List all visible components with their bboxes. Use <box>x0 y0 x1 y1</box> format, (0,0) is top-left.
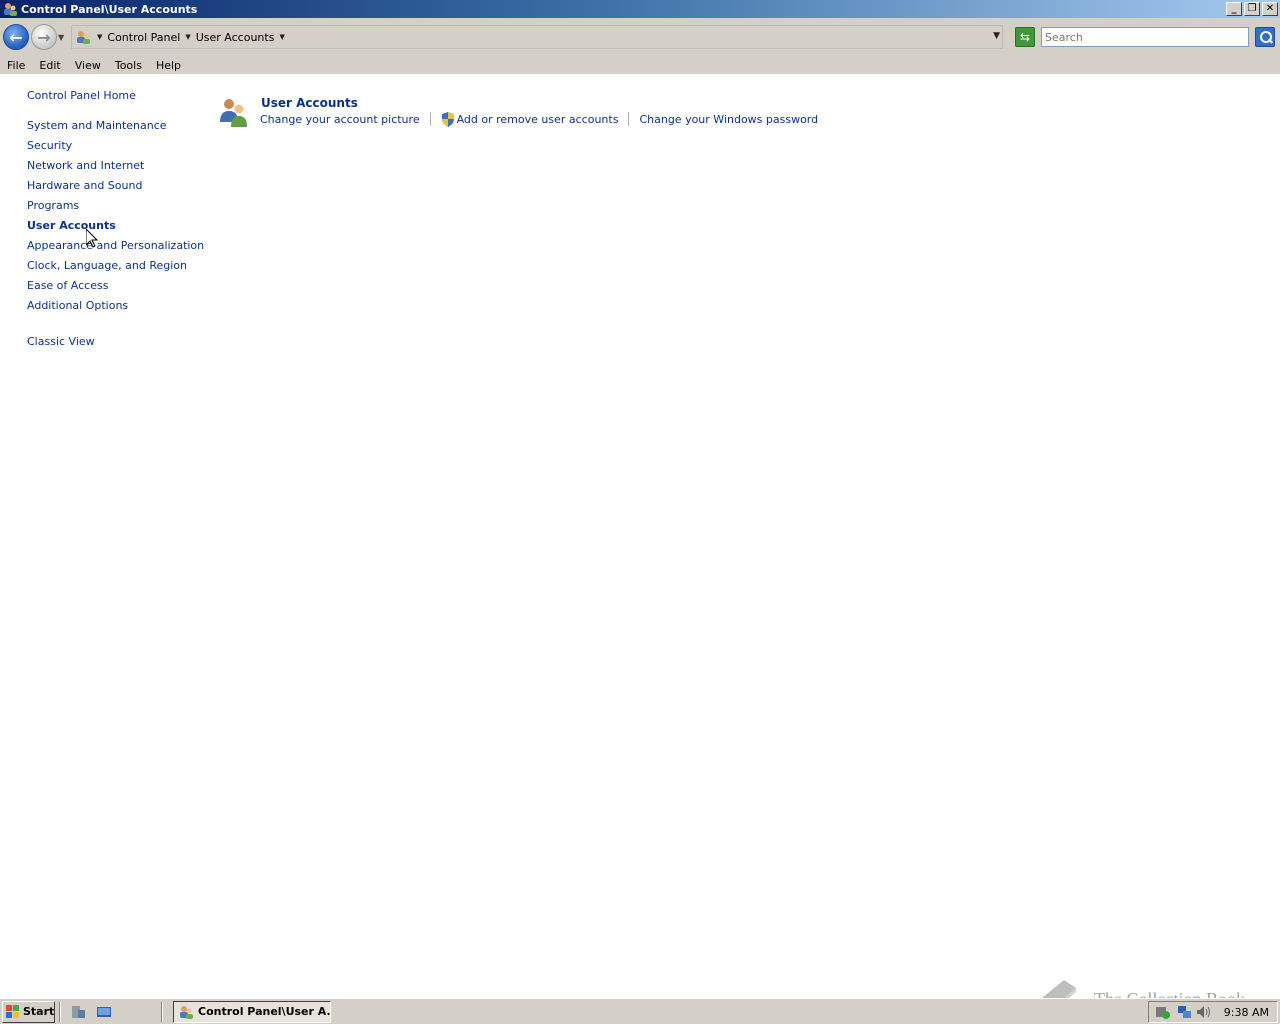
security-status-icon[interactable] <box>1155 1004 1171 1020</box>
taskbar-button-label: Control Panel\User A... <box>198 1005 331 1018</box>
menu-edit[interactable]: Edit <box>32 59 67 72</box>
menu-view[interactable]: View <box>68 59 108 72</box>
window-title: Control Panel\User Accounts <box>21 2 198 16</box>
menu-tools[interactable]: Tools <box>108 59 149 72</box>
server-manager-icon[interactable] <box>70 1004 86 1020</box>
search-button[interactable] <box>1255 27 1275 47</box>
breadcrumb-root-dropdown[interactable]: ▼ <box>97 33 102 41</box>
back-button[interactable]: ← <box>3 24 29 50</box>
uac-shield-icon <box>441 111 455 127</box>
taskbar: Start Control Panel\User A... 9:38 AM <box>0 998 1280 1024</box>
breadcrumb-user-accounts-dropdown[interactable]: ▼ <box>279 33 284 41</box>
forward-button[interactable]: → <box>31 24 57 50</box>
classic-view-link[interactable]: Classic View <box>27 335 95 348</box>
sidebar-item-network-and-internet[interactable]: Network and Internet <box>27 159 144 172</box>
refresh-button[interactable]: ⇆ <box>1015 27 1035 47</box>
taskbar-control-panel-button[interactable]: Control Panel\User A... <box>173 1000 331 1023</box>
breadcrumb-control-panel[interactable]: Control Panel <box>107 31 180 44</box>
sidebar-item-system-and-maintenance[interactable]: System and Maintenance <box>27 119 167 132</box>
sidebar-item-clock-language-region[interactable]: Clock, Language, and Region <box>27 259 187 272</box>
address-bar[interactable]: ▼ Control Panel ▼ User Accounts ▼ ▼ <box>71 25 1003 49</box>
change-account-picture-link[interactable]: Change your account picture <box>260 113 420 126</box>
restore-button[interactable]: ❐ <box>1244 2 1260 16</box>
mouse-cursor-icon <box>85 227 99 248</box>
change-windows-password-link[interactable]: Change your Windows password <box>639 113 818 126</box>
sidebar-item-hardware-and-sound[interactable]: Hardware and Sound <box>27 179 142 192</box>
sidebar-item-programs[interactable]: Programs <box>27 199 79 212</box>
task-separator <box>429 112 431 126</box>
sidebar-item-security[interactable]: Security <box>27 139 72 152</box>
arrow-left-icon: ← <box>9 27 23 47</box>
navigation-bar: ← → ▼ ▼ Control Panel ▼ User Accounts ▼ … <box>0 18 1280 56</box>
sidebar-item-appearance-and-personalization[interactable]: Appearance and Personalization <box>27 239 204 252</box>
arrow-right-icon: → <box>37 27 51 47</box>
windows-logo-icon <box>6 1004 20 1019</box>
menu-help[interactable]: Help <box>149 59 188 72</box>
address-history-dropdown[interactable]: ▼ <box>993 31 1000 41</box>
close-button[interactable]: ✕ <box>1262 2 1278 16</box>
taskbar-separator <box>161 1001 163 1022</box>
network-icon[interactable] <box>1177 1004 1193 1020</box>
system-tray: 9:38 AM <box>1148 1001 1278 1023</box>
section-title-user-accounts[interactable]: User Accounts <box>261 96 358 110</box>
window-controls: _ ❐ ✕ <box>1226 2 1278 16</box>
sidebar-item-user-accounts[interactable]: User Accounts <box>27 219 116 232</box>
menu-file[interactable]: File <box>0 59 32 72</box>
start-label: Start <box>23 1005 55 1018</box>
title-bar[interactable]: Control Panel\User Accounts _ ❐ ✕ <box>0 0 1280 18</box>
task-separator <box>628 112 630 126</box>
sidebar-item-additional-options[interactable]: Additional Options <box>27 299 128 312</box>
add-remove-user-accounts-link[interactable]: Add or remove user accounts <box>457 113 619 126</box>
left-navigation-pane <box>0 74 200 996</box>
menu-bar: File Edit View Tools Help <box>0 56 1280 74</box>
volume-icon[interactable] <box>1195 1004 1211 1020</box>
taskbar-clock[interactable]: 9:38 AM <box>1224 1006 1269 1019</box>
search-input[interactable] <box>1041 27 1249 47</box>
user-accounts-icon[interactable] <box>218 96 250 128</box>
taskbar-separator <box>59 1001 61 1022</box>
start-button[interactable]: Start <box>2 1000 55 1023</box>
control-panel-icon <box>178 1004 194 1020</box>
sidebar-item-ease-of-access[interactable]: Ease of Access <box>27 279 108 292</box>
control-panel-home-link[interactable]: Control Panel Home <box>27 89 136 102</box>
control-panel-icon <box>75 29 91 45</box>
breadcrumb-user-accounts[interactable]: User Accounts <box>196 31 275 44</box>
control-panel-icon <box>2 1 18 17</box>
minimize-button[interactable]: _ <box>1226 2 1242 16</box>
refresh-icon: ⇆ <box>1019 30 1031 44</box>
breadcrumb-control-panel-dropdown[interactable]: ▼ <box>185 33 190 41</box>
recent-pages-dropdown[interactable]: ▼ <box>58 33 68 42</box>
show-desktop-icon[interactable] <box>96 1004 112 1020</box>
task-links: Change your account picture Add or remov… <box>260 111 818 127</box>
